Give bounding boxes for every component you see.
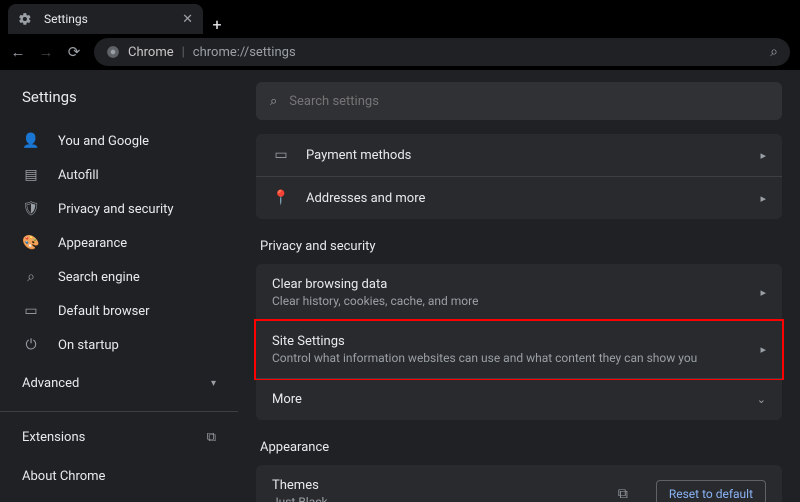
sidebar-extensions[interactable]: Extensions ⧉ (0, 418, 238, 457)
open-external-icon[interactable]: ⧉ (618, 486, 628, 502)
sidebar-item-label: Appearance (58, 236, 127, 251)
sidebar-item-label: On startup (58, 338, 119, 353)
palette-icon: 🎨 (22, 235, 40, 251)
sidebar-about[interactable]: About Chrome (0, 457, 238, 496)
sidebar-item-appearance[interactable]: 🎨 Appearance (0, 226, 238, 260)
autofill-icon: ▤ (22, 167, 40, 183)
omnibox-label: Chrome (128, 45, 174, 60)
tab-strip: Settings ✕ + (0, 0, 800, 34)
search-icon: ⌕ (22, 269, 40, 285)
row-title: Clear browsing data (272, 277, 744, 292)
browser-tab[interactable]: Settings ✕ (8, 4, 203, 34)
chevron-down-icon: ▾ (211, 378, 216, 389)
row-clear-browsing-data[interactable]: Clear browsing data Clear history, cooki… (256, 264, 782, 321)
section-heading-appearance: Appearance (260, 440, 778, 455)
divider (0, 411, 238, 412)
autofill-card: ▭ Payment methods ▸ 📍 Addresses and more… (256, 134, 782, 219)
reset-theme-button[interactable]: Reset to default (656, 480, 766, 502)
address-bar[interactable]: Chrome | chrome://settings ⌕ (94, 38, 790, 66)
appearance-card: Themes Just Black ⧉ Reset to default Sho… (256, 465, 782, 502)
chrome-icon (106, 45, 120, 59)
sidebar-nav: 👤 You and Google ▤ Autofill 🛡 Privacy and s… (0, 120, 238, 362)
location-icon: 📍 (272, 190, 290, 206)
browser-icon: ▭ (22, 303, 40, 319)
sidebar-item-you-and-google[interactable]: 👤 You and Google (0, 124, 238, 158)
sidebar-item-on-startup[interactable]: ⏻ On startup (0, 328, 238, 362)
row-title: More (272, 392, 741, 407)
row-title: Addresses and more (306, 191, 744, 206)
search-settings-box[interactable]: ⌕ (256, 82, 782, 120)
row-title: Payment methods (306, 148, 744, 163)
page-title: Settings (0, 70, 238, 120)
close-icon[interactable]: ✕ (182, 12, 193, 27)
person-icon: 👤 (22, 133, 40, 149)
sidebar-item-default-browser[interactable]: ▭ Default browser (0, 294, 238, 328)
search-icon[interactable]: ⌕ (770, 44, 778, 60)
row-themes[interactable]: Themes Just Black ⧉ Reset to default (256, 465, 782, 502)
row-payment-methods[interactable]: ▭ Payment methods ▸ (256, 134, 782, 176)
chevron-right-icon: ▸ (760, 192, 766, 205)
chevron-right-icon: ▸ (760, 286, 766, 299)
browser-toolbar: ← → ⟳ Chrome | chrome://settings ⌕ (0, 34, 800, 70)
sidebar-extensions-label: Extensions (22, 430, 85, 445)
search-container: ⌕ (256, 70, 782, 126)
row-more[interactable]: More ⌄ (256, 378, 782, 420)
open-external-icon: ⧉ (207, 430, 216, 445)
row-title: Site Settings (272, 334, 744, 349)
gear-icon (18, 12, 36, 26)
sidebar-advanced-label: Advanced (22, 376, 79, 391)
omnibox-separator: | (182, 45, 185, 60)
sidebar-item-privacy[interactable]: 🛡 Privacy and security (0, 192, 238, 226)
row-subtitle: Just Black (272, 495, 602, 502)
sidebar: Settings 👤 You and Google ▤ Autofill 🛡 Priv… (0, 70, 238, 502)
chevron-right-icon: ▸ (760, 343, 766, 356)
power-icon: ⏻ (22, 337, 40, 353)
sidebar-item-label: Autofill (58, 168, 99, 183)
sidebar-about-label: About Chrome (22, 469, 105, 484)
row-title: Themes (272, 478, 602, 493)
sidebar-advanced[interactable]: Advanced ▾ (0, 362, 238, 405)
back-icon[interactable]: ← (10, 43, 26, 61)
sidebar-item-search-engine[interactable]: ⌕ Search engine (0, 260, 238, 294)
chevron-right-icon: ▸ (760, 149, 766, 162)
chevron-down-icon: ⌄ (757, 393, 766, 406)
search-input[interactable] (289, 94, 768, 109)
row-addresses[interactable]: 📍 Addresses and more ▸ (256, 176, 782, 219)
tab-title: Settings (44, 12, 174, 26)
sidebar-item-autofill[interactable]: ▤ Autofill (0, 158, 238, 192)
settings-page: Settings 👤 You and Google ▤ Autofill 🛡 Priv… (0, 70, 800, 502)
sidebar-item-label: Privacy and security (58, 202, 174, 217)
row-subtitle: Clear history, cookies, cache, and more (272, 294, 744, 308)
settings-content: ⌕ ▭ Payment methods ▸ 📍 Addresses and mo… (238, 70, 800, 502)
forward-icon[interactable]: → (38, 43, 54, 61)
privacy-card: Clear browsing data Clear history, cooki… (256, 264, 782, 420)
card-icon: ▭ (272, 147, 290, 163)
omnibox-url: chrome://settings (193, 45, 296, 60)
new-tab-button[interactable]: + (203, 15, 231, 34)
sidebar-item-label: You and Google (58, 134, 149, 149)
section-heading-privacy: Privacy and security (260, 239, 778, 254)
search-icon: ⌕ (270, 94, 277, 109)
sidebar-item-label: Default browser (58, 304, 150, 319)
shield-icon: 🛡 (22, 201, 40, 217)
row-site-settings[interactable]: Site Settings Control what information w… (254, 319, 784, 380)
sidebar-item-label: Search engine (58, 270, 140, 285)
row-subtitle: Control what information websites can us… (272, 351, 744, 365)
reload-icon[interactable]: ⟳ (66, 43, 82, 61)
